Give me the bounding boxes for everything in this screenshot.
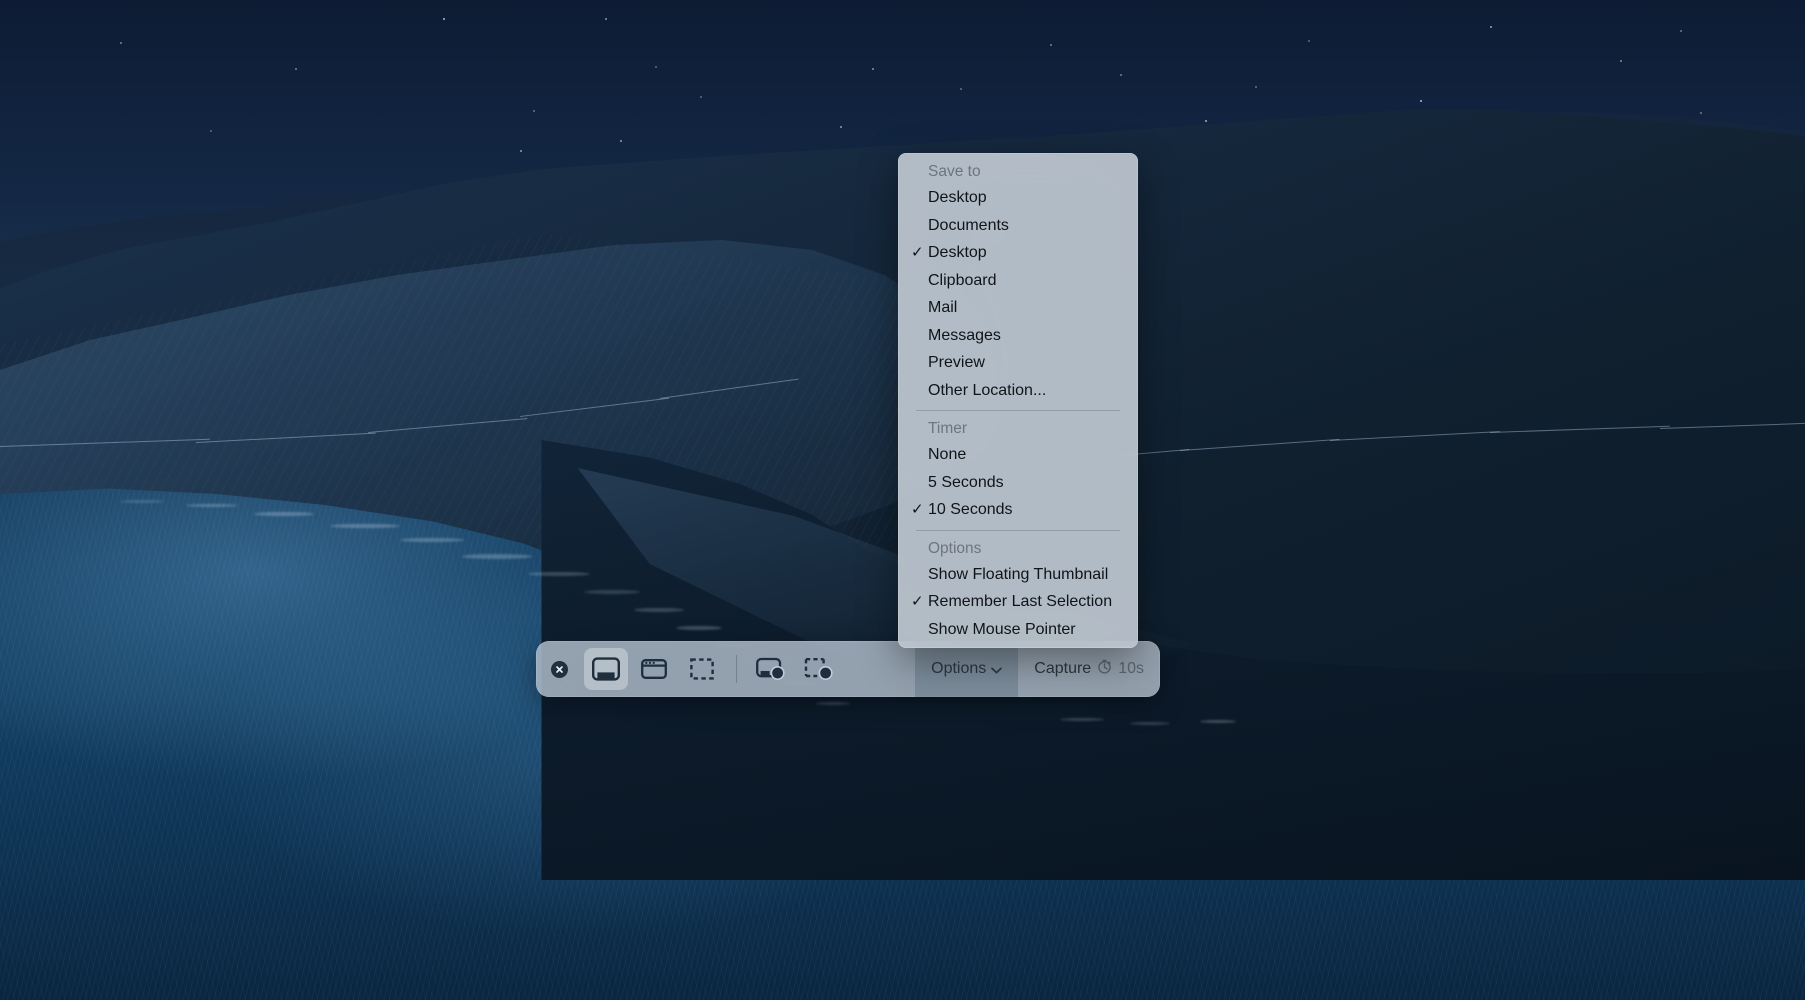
menu-item-preview[interactable]: Preview [898, 349, 1138, 377]
menu-section-title: Save to [898, 159, 1138, 184]
menu-item-10-seconds[interactable]: ✓ 10 Seconds [898, 496, 1138, 524]
window-icon [640, 657, 668, 681]
menu-item-label: Other Location... [928, 382, 1046, 399]
menu-item-documents[interactable]: Documents [898, 212, 1138, 240]
menu-item-clipboard[interactable]: Clipboard [898, 267, 1138, 295]
capture-mode-group [582, 648, 726, 690]
menu-item-label: Show Floating Thumbnail [928, 566, 1108, 583]
capture-entire-screen-button[interactable] [584, 648, 628, 690]
capture-button-content: Capture 10s [1034, 659, 1144, 679]
menu-item-show-floating-thumbnail[interactable]: Show Floating Thumbnail [898, 561, 1138, 589]
menu-item-label: Clipboard [928, 272, 996, 289]
menu-item-label: Desktop [928, 189, 987, 206]
menu-item-desktop[interactable]: ✓ Desktop [898, 239, 1138, 267]
menu-section-title: Options [898, 536, 1138, 561]
menu-separator [916, 530, 1120, 531]
record-selection-icon [804, 657, 834, 681]
menu-item-show-mouse-pointer[interactable]: Show Mouse Pointer [898, 616, 1138, 644]
menu-separator [916, 410, 1120, 411]
menu-item-label: Show Mouse Pointer [928, 621, 1076, 638]
close-icon [551, 661, 568, 678]
chevron-down-icon [991, 661, 1002, 679]
menu-item-label: 10 Seconds [928, 501, 1013, 518]
desktop-background: Options Capture 10s Save to Desktop Docu… [0, 0, 1805, 1000]
record-entire-screen-button[interactable] [749, 648, 793, 690]
menu-item-none[interactable]: None [898, 441, 1138, 469]
record-mode-group [747, 648, 843, 690]
checkmark-icon: ✓ [911, 588, 924, 616]
menu-item-label: None [928, 446, 966, 463]
capture-timer-value: 10s [1118, 660, 1144, 678]
timer-icon [1097, 659, 1112, 679]
checkmark-icon: ✓ [911, 496, 924, 524]
menu-item-messages[interactable]: Messages [898, 322, 1138, 350]
menu-item-label: 5 Seconds [928, 474, 1004, 491]
capture-selected-portion-button[interactable] [680, 648, 724, 690]
menu-item-desktop[interactable]: Desktop [898, 184, 1138, 212]
menu-item-mail[interactable]: Mail [898, 294, 1138, 322]
menu-item-5-seconds[interactable]: 5 Seconds [898, 469, 1138, 497]
menu-section-title: Timer [898, 416, 1138, 441]
selection-rectangle-icon [689, 657, 715, 681]
options-button[interactable]: Options [915, 641, 1018, 697]
menu-item-label: Documents [928, 217, 1009, 234]
menu-item-label: Remember Last Selection [928, 593, 1112, 610]
options-button-label: Options [931, 660, 986, 678]
checkmark-icon: ✓ [911, 239, 924, 267]
capture-selected-window-button[interactable] [632, 648, 676, 690]
menu-item-label: Preview [928, 354, 985, 371]
record-screen-icon [756, 657, 786, 681]
capture-button[interactable]: Capture 10s [1018, 641, 1160, 697]
menu-item-other-location[interactable]: Other Location... [898, 377, 1138, 405]
menu-item-remember-last-selection[interactable]: ✓ Remember Last Selection [898, 588, 1138, 616]
screenshot-toolbar: Options Capture 10s [536, 641, 1160, 697]
menu-item-label: Mail [928, 299, 957, 316]
options-menu-popover: Save to Desktop Documents ✓ Desktop Clipboard… [898, 153, 1138, 648]
capture-button-label: Capture [1034, 660, 1091, 678]
close-button[interactable] [536, 661, 582, 678]
menu-item-label: Messages [928, 327, 1001, 344]
record-selected-portion-button[interactable] [797, 648, 841, 690]
menu-item-label: Desktop [928, 244, 987, 261]
toolbar-divider [736, 655, 737, 683]
entire-screen-icon [592, 657, 620, 681]
